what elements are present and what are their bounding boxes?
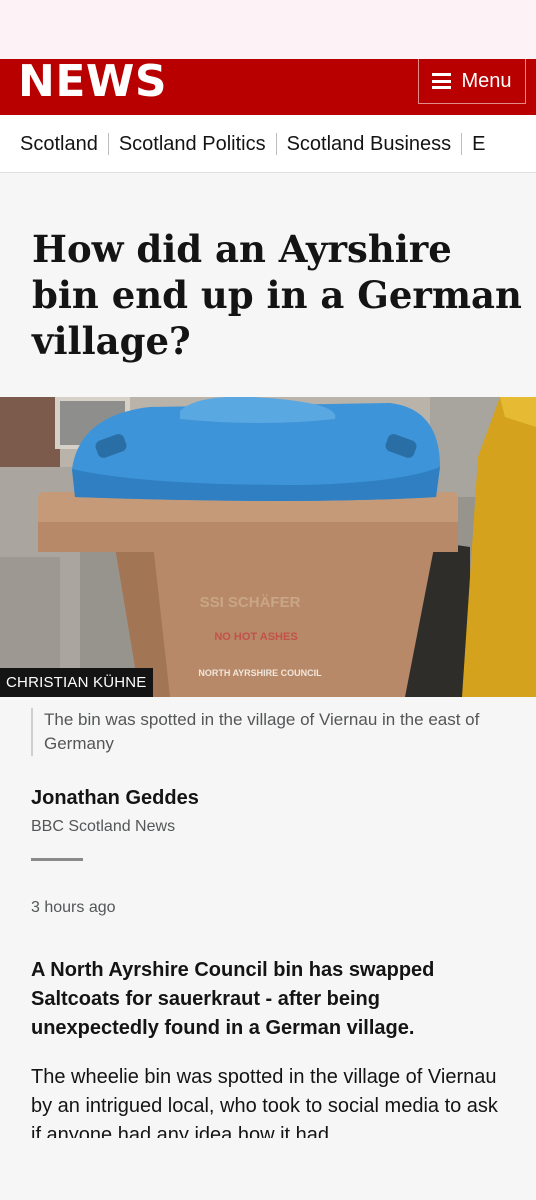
nav-divider xyxy=(275,133,277,155)
nav-divider xyxy=(461,133,463,155)
menu-button[interactable]: Menu xyxy=(418,59,526,104)
body-paragraph: The wheelie bin was spotted in the villa… xyxy=(31,1066,498,1138)
nav-divider xyxy=(107,133,109,155)
article-lead: A North Ayrshire Council bin has swapped… xyxy=(31,959,435,1039)
article-body: The wheelie bin was spotted in the villa… xyxy=(31,1063,511,1138)
section-nav: Scotland Scotland Politics Scotland Busi… xyxy=(0,115,536,173)
image-credit: CHRISTIAN KÜHNE xyxy=(0,668,153,697)
bbc-news-logo[interactable]: NEWS xyxy=(18,60,167,104)
nav-item-scotland-business[interactable]: Scotland Business xyxy=(287,133,452,156)
author-role: BBC Scotland News xyxy=(31,818,176,835)
bin-council-label: NORTH AYRSHIRE COUNCIL xyxy=(198,668,322,678)
image-caption: The bin was spotted in the village of Vi… xyxy=(31,708,491,756)
wheelie-bin-photo: SSI SCHÄFER NO HOT ASHES NORTH AYRSHIRE … xyxy=(0,397,536,697)
nav-item-scotland-politics[interactable]: Scotland Politics xyxy=(119,133,266,156)
masthead: NEWS Menu xyxy=(0,59,536,115)
author-name: Jonathan Geddes xyxy=(31,787,199,809)
article-headline: How did an Ayrshire bin end up in a Germ… xyxy=(32,227,522,363)
nav-item-truncated[interactable]: E xyxy=(472,133,485,156)
hamburger-icon xyxy=(432,73,452,89)
byline-divider xyxy=(31,858,83,861)
status-bar-area xyxy=(0,0,536,59)
bin-maker-label: SSI SCHÄFER xyxy=(200,594,301,611)
article-hero-image: SSI SCHÄFER NO HOT ASHES NORTH AYRSHIRE … xyxy=(0,397,536,697)
menu-label: Menu xyxy=(461,69,512,92)
nav-item-scotland[interactable]: Scotland xyxy=(20,133,98,156)
bin-warning-label: NO HOT ASHES xyxy=(214,631,297,643)
publish-time: 3 hours ago xyxy=(31,899,116,916)
